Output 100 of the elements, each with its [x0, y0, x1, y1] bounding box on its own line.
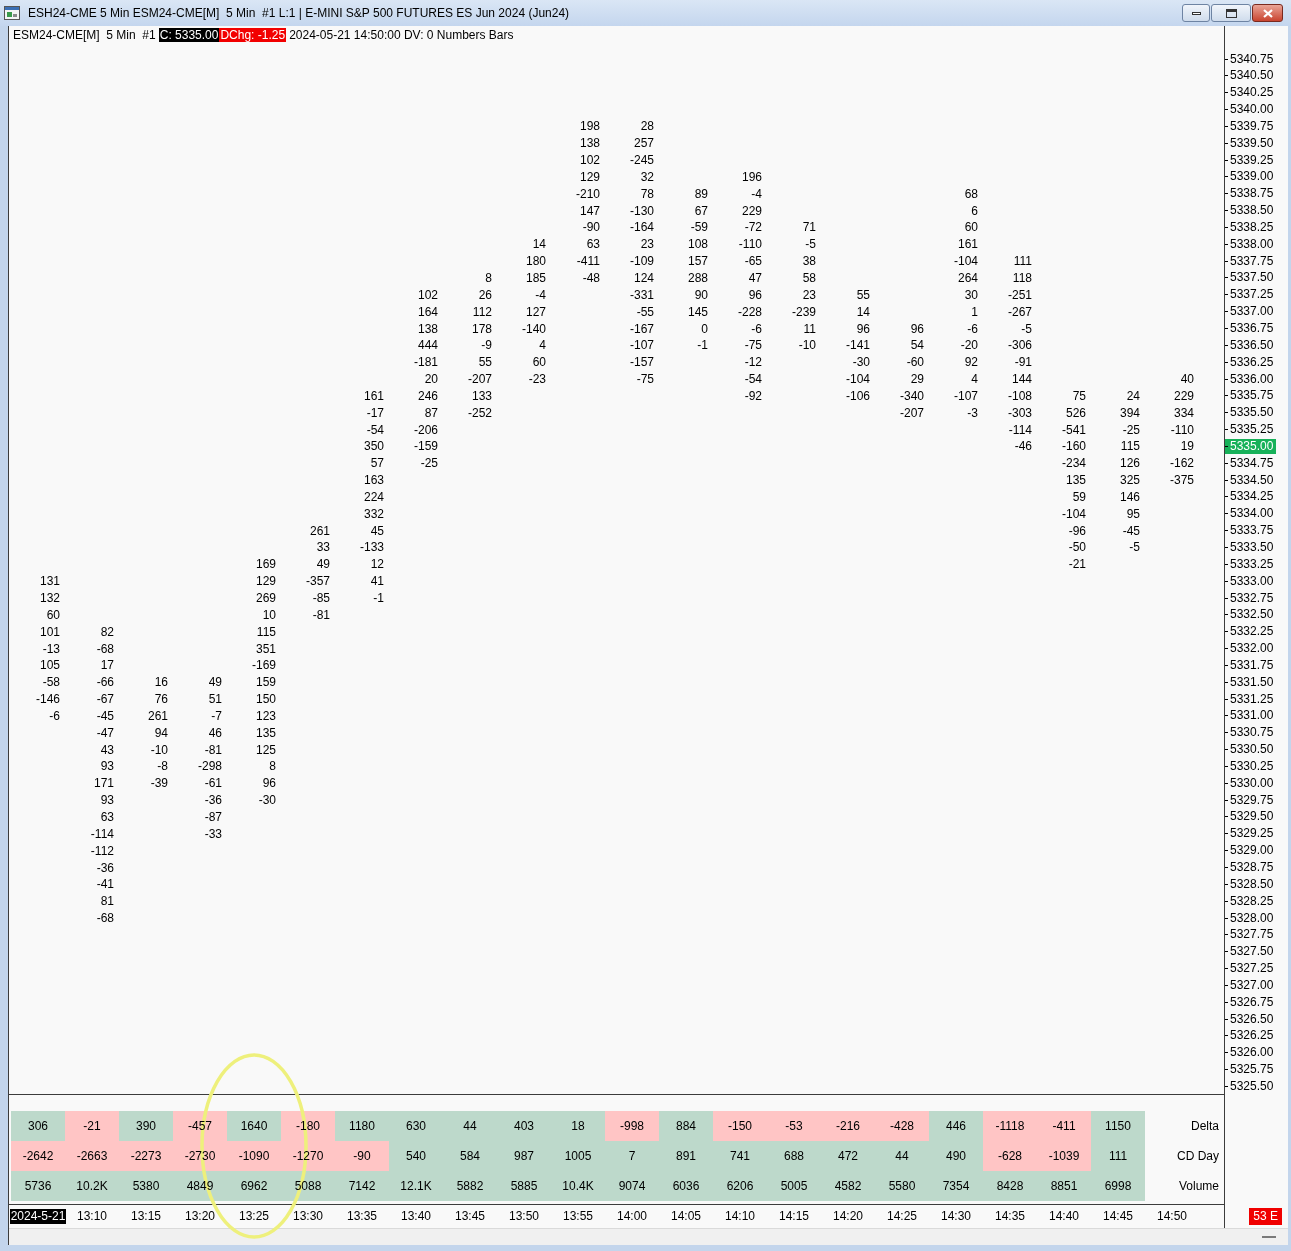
stats-row-label: Volume: [1178, 1178, 1219, 1194]
footprint-value: -108: [1007, 388, 1032, 403]
footprint-value: -106: [845, 388, 870, 403]
footprint-value: -104: [1061, 506, 1086, 521]
footprint-value: -110: [1170, 422, 1194, 437]
stats-cell: 987: [497, 1141, 551, 1171]
footprint-value: -162: [1169, 456, 1194, 471]
stats-cell: -53: [767, 1111, 821, 1141]
footprint-value: 63: [586, 237, 600, 252]
footprint-value: 135: [1065, 473, 1086, 488]
footprint-value: -3: [967, 405, 978, 420]
footprint-value: -1: [697, 338, 708, 353]
footprint-value: -157: [629, 355, 654, 370]
stats-cell: 741: [713, 1141, 767, 1171]
close-button[interactable]: [1252, 4, 1283, 22]
stats-cell: 490: [929, 1141, 983, 1171]
stats-cell: 630: [389, 1111, 443, 1141]
footprint-value: 138: [417, 321, 438, 336]
footprint-value: -160: [1061, 439, 1086, 454]
footprint-value: -17: [366, 405, 384, 420]
footprint-value: -541: [1061, 422, 1086, 437]
footprint-value: -207: [467, 372, 492, 387]
footprint-value: 350: [363, 439, 384, 454]
footprint-value: -8: [157, 759, 168, 774]
stats-cell: -1270: [281, 1141, 335, 1171]
footprint-value: 87: [424, 405, 438, 420]
chart-info-text: 2024-05-21 14:50:00 DV: 0 Numbers Bars: [289, 28, 514, 43]
footprint-value: 55: [478, 355, 492, 370]
footprint-value: 178: [471, 321, 492, 336]
footprint-value: -20: [960, 338, 978, 353]
footprint-value: 60: [532, 355, 546, 370]
footprint-value: 146: [1119, 489, 1140, 504]
footprint-value: 264: [957, 271, 978, 285]
stats-cell: -180: [281, 1111, 335, 1141]
footprint-value: -33: [204, 826, 222, 841]
footprint-value: 49: [208, 675, 222, 690]
horizontal-scrollbar[interactable]: [9, 1228, 1288, 1245]
stats-cell: -411: [1037, 1111, 1091, 1141]
stats-cell: 6962: [227, 1171, 281, 1201]
footprint-value: -36: [96, 860, 114, 875]
stats-cell: -216: [821, 1111, 875, 1141]
maximize-button[interactable]: [1211, 4, 1251, 22]
footprint-value: 224: [363, 489, 384, 504]
footprint-value: -87: [204, 810, 222, 824]
close-icon: [1262, 8, 1273, 18]
footprint-value: 123: [255, 708, 276, 723]
footprint-value: 269: [255, 591, 276, 605]
time-label: 14:25: [887, 1209, 917, 1224]
stats-row-label: Delta: [1191, 1118, 1219, 1134]
stats-cell: 540: [389, 1141, 443, 1171]
footprint-value: -60: [906, 355, 924, 370]
footprint-value: 1: [971, 304, 978, 319]
time-label: 14:05: [671, 1209, 701, 1224]
stats-cell: 44: [443, 1111, 497, 1141]
footprint-value: -96: [1068, 523, 1086, 538]
footprint-value: -181: [413, 355, 438, 370]
footprint-value: 33: [316, 540, 330, 555]
footprint-value: -13: [42, 641, 60, 656]
footprint-value: -6: [49, 708, 60, 723]
footprint-value: 118: [1012, 271, 1032, 285]
footprint-value: -114: [90, 826, 114, 841]
close-price-label: C: 5335.00: [158, 28, 220, 43]
stats-cell: -998: [605, 1111, 659, 1141]
footprint-value: -357: [305, 574, 330, 589]
footprint-value: -61: [204, 776, 222, 791]
footprint-value: 157: [687, 254, 708, 269]
footprint-value: 127: [525, 304, 546, 319]
footprint-value: 394: [1119, 405, 1140, 420]
stats-cell: -150: [713, 1111, 767, 1141]
footprint-value: -91: [1014, 355, 1032, 370]
footprint-value: -107: [953, 388, 978, 403]
time-label: 14:20: [833, 1209, 863, 1224]
footprint-value: 246: [417, 388, 438, 403]
stats-cell: -1039: [1037, 1141, 1091, 1171]
footprint-value: -228: [737, 304, 762, 319]
stats-cell: 306: [11, 1111, 65, 1141]
footprint-value: -10: [798, 338, 816, 353]
footprint-value: -6: [967, 321, 978, 336]
stats-cell: 44: [875, 1141, 929, 1171]
footprint-value: 131: [39, 574, 60, 589]
footprint-value: 96: [262, 776, 276, 791]
stats-cell: -457: [173, 1111, 227, 1141]
footprint-value: 229: [1173, 388, 1194, 403]
scrollbar-thumb[interactable]: [1262, 1236, 1276, 1238]
footprint-value: 105: [39, 658, 60, 673]
time-label: 13:30: [293, 1209, 323, 1224]
footprint-value: -9: [481, 338, 492, 353]
footprint-value: -164: [629, 220, 654, 235]
footprint-value: 161: [957, 237, 978, 252]
footprint-value: 288: [687, 271, 708, 285]
footprint-value: -411: [576, 254, 600, 269]
footprint-value: 4: [971, 372, 978, 387]
footprint-value: -167: [629, 321, 654, 336]
time-label: 13:50: [509, 1209, 539, 1224]
footprint-value: -65: [744, 254, 762, 269]
footprint-value: -45: [1122, 523, 1140, 538]
minimize-button[interactable]: [1182, 4, 1210, 22]
chart-info-text: ESM24-CME[M] 5 Min #1: [13, 28, 156, 43]
footprint-value: -251: [1007, 287, 1032, 302]
footprint-value: 325: [1119, 473, 1140, 488]
